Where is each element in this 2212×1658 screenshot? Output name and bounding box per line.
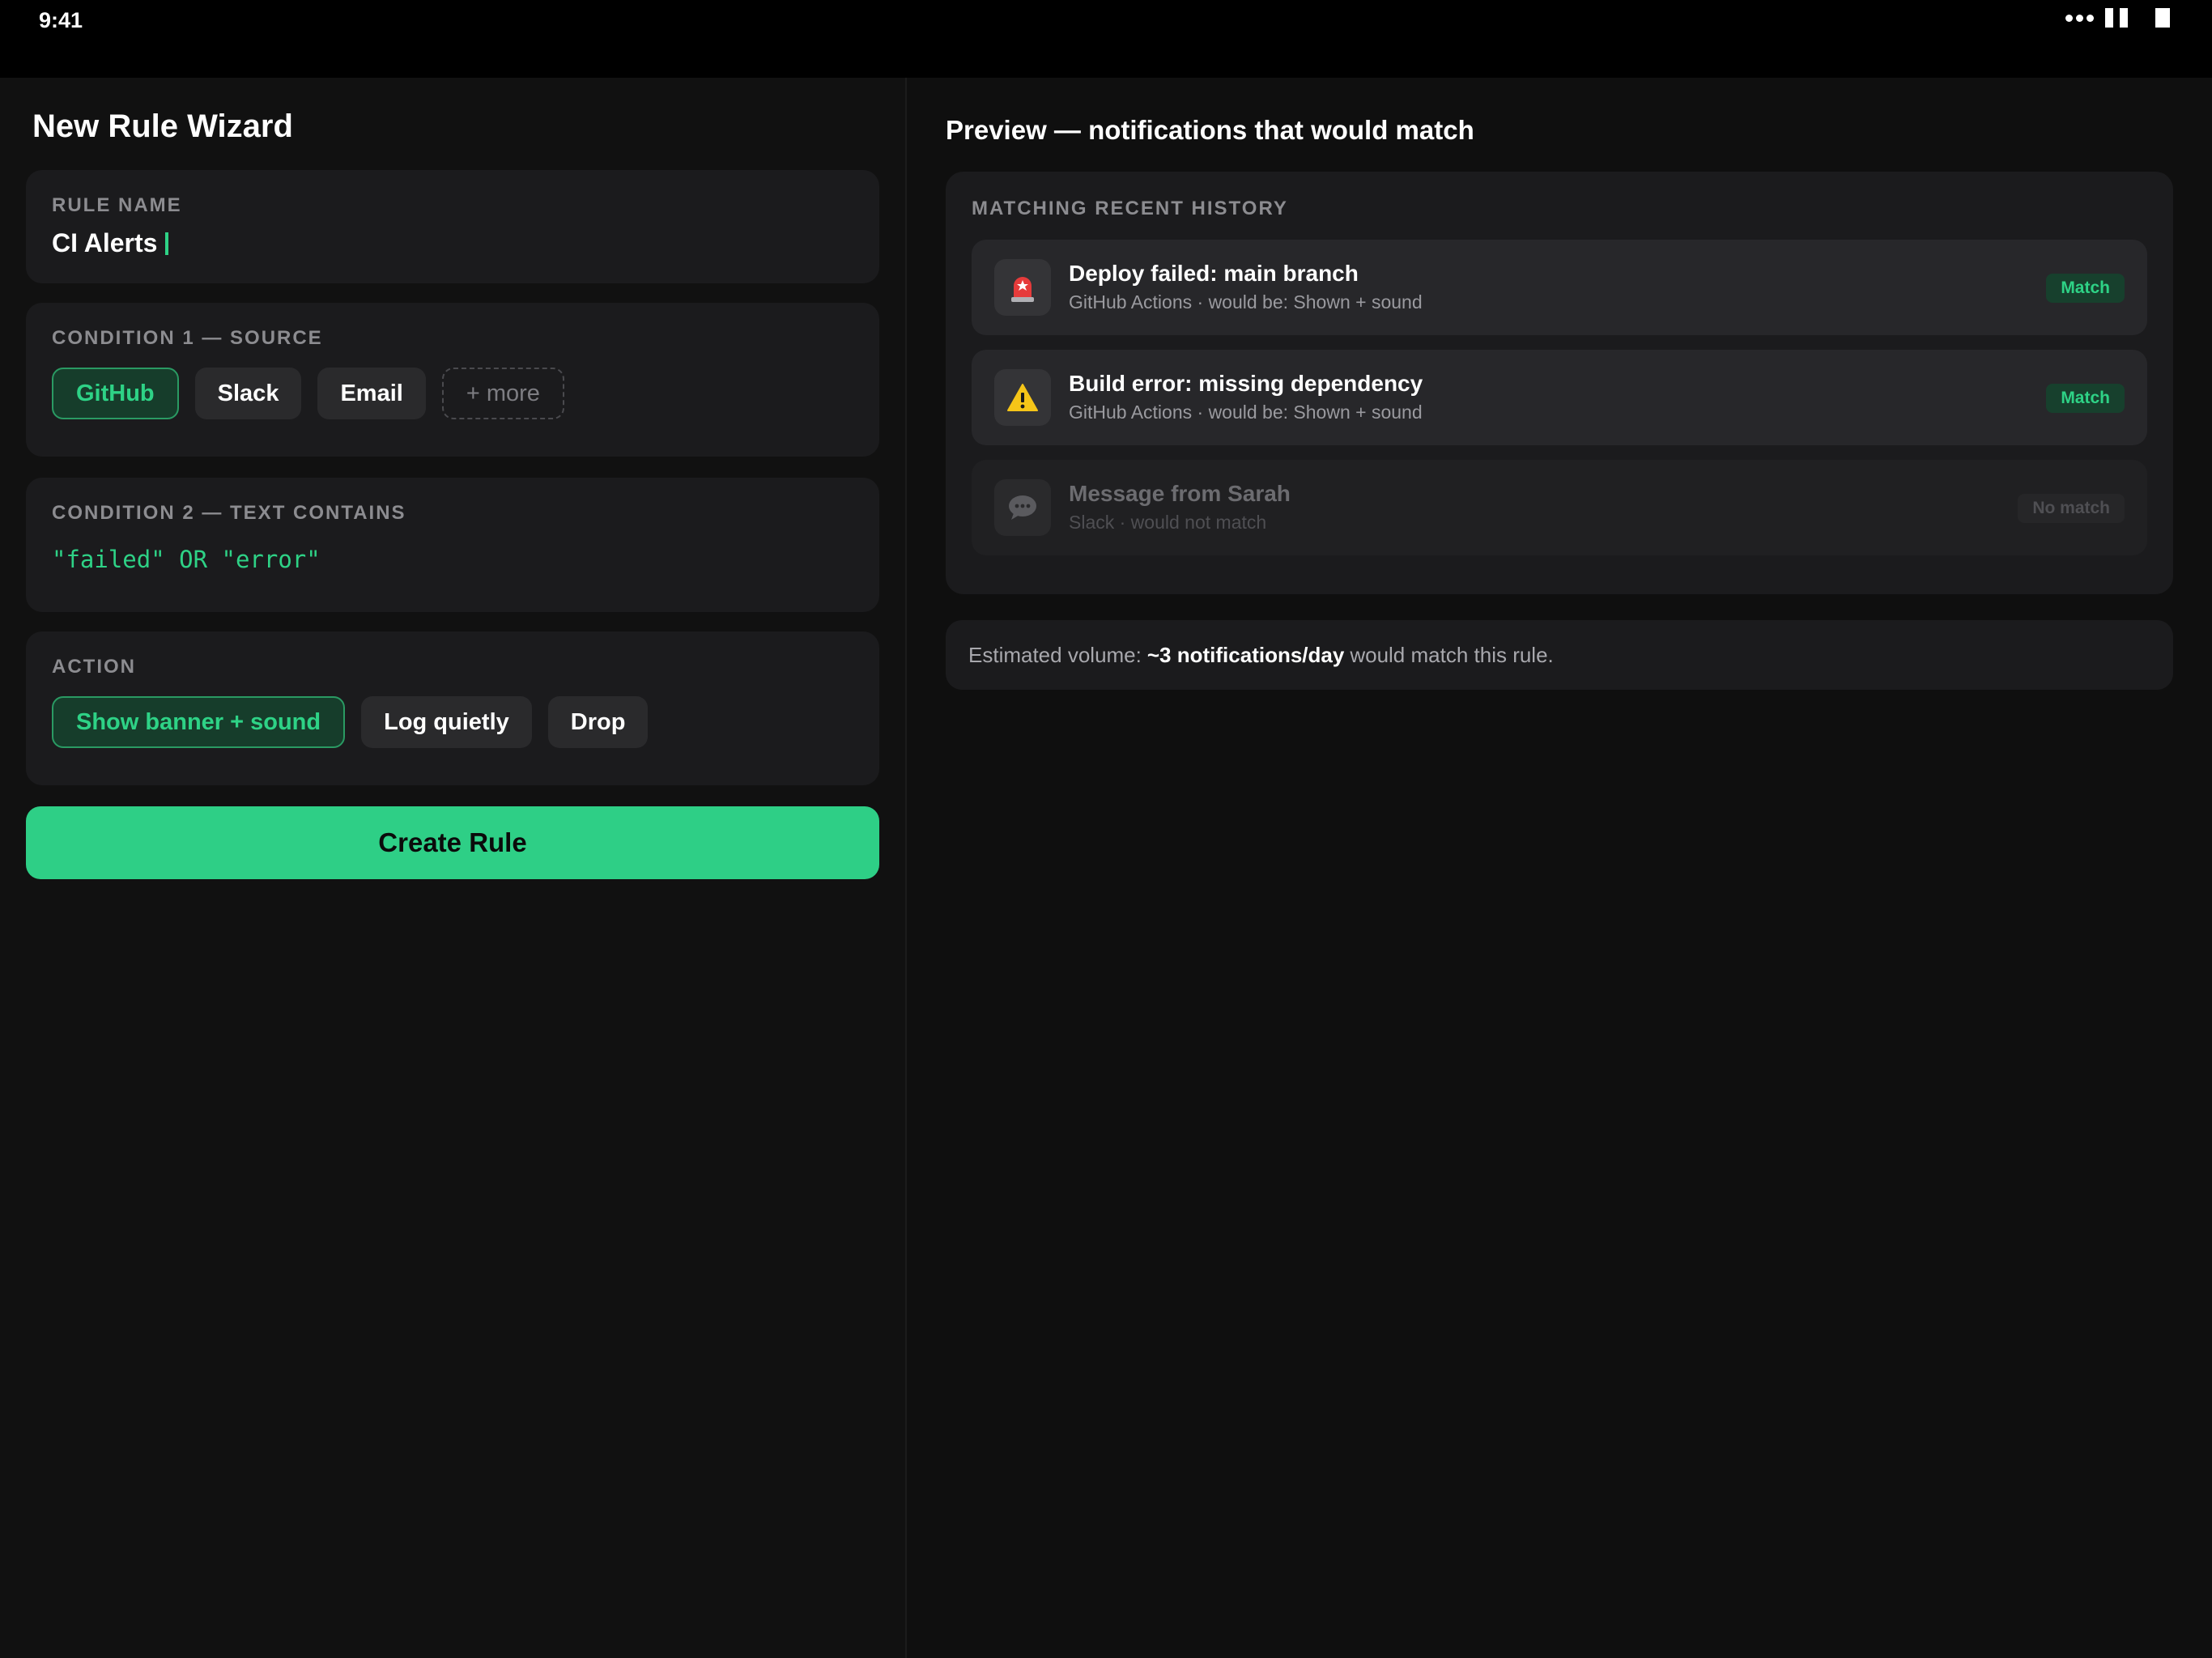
source-chips: GitHub Slack Email + more: [52, 368, 853, 419]
rule-name-value: CI Alerts: [52, 228, 158, 257]
battery-icon: [2155, 8, 2170, 28]
status-indicators: [2065, 8, 2170, 28]
action-card: ACTION Show banner + sound Log quietly D…: [26, 631, 879, 785]
match-badge: Match: [2046, 384, 2125, 413]
action-label: ACTION: [52, 656, 136, 678]
history-item-title: Deploy failed: main branch: [1069, 261, 1359, 286]
action-chip-drop[interactable]: Drop: [547, 696, 649, 748]
rule-name-label: RULE NAME: [52, 194, 182, 216]
match-badge: Match: [2046, 274, 2125, 303]
history-item-title: Build error: missing dependency: [1069, 371, 1423, 396]
condition-source-card: CONDITION 1 — SOURCE GitHub Slack Email …: [26, 303, 879, 457]
signal-icon: [2105, 8, 2128, 28]
history-label: MATCHING RECENT HISTORY: [972, 198, 1288, 219]
history-item-subtitle: Slack · would not match: [1069, 512, 1267, 533]
rule-name-input[interactable]: CI Alerts: [52, 228, 853, 258]
wizard-panel: New Rule Wizard RULE NAME CI Alerts COND…: [0, 78, 907, 1658]
warning-icon: [994, 369, 1051, 426]
history-item-title: Message from Sarah: [1069, 481, 1291, 506]
create-rule-button[interactable]: Create Rule: [26, 806, 879, 879]
rule-name-card[interactable]: RULE NAME CI Alerts: [26, 170, 879, 283]
history-item[interactable]: Message from Sarah Slack · would not mat…: [972, 460, 2147, 555]
action-chip-log-quietly[interactable]: Log quietly: [361, 696, 532, 748]
preview-title: Preview — notifications that would match: [946, 115, 1474, 145]
volume-value: ~3 notifications/day: [1146, 642, 1345, 667]
history-item-subtitle: GitHub Actions · would be: Shown + sound: [1069, 402, 1423, 423]
page-title: New Rule Wizard: [32, 108, 293, 144]
status-time: 9:41: [39, 8, 83, 32]
history-card: MATCHING RECENT HISTORY Deploy failed: m…: [946, 172, 2173, 594]
action-chip-banner-sound[interactable]: Show banner + sound: [52, 696, 346, 748]
history-item[interactable]: Deploy failed: main branch GitHub Action…: [972, 240, 2147, 335]
history-item-subtitle: GitHub Actions · would be: Shown + sound: [1069, 291, 1423, 312]
history-item[interactable]: Build error: missing dependency GitHub A…: [972, 350, 2147, 445]
volume-suffix: would match this rule.: [1350, 642, 1554, 667]
siren-icon: [994, 259, 1051, 316]
source-chip-github[interactable]: GitHub: [52, 368, 179, 419]
text-expression[interactable]: "failed" OR "error": [52, 546, 853, 573]
preview-panel: Preview — notifications that would match…: [907, 78, 2212, 1658]
condition-text-label: CONDITION 2 — TEXT CONTAINS: [52, 502, 406, 524]
volume-prefix: Estimated volume:: [968, 642, 1142, 667]
status-bar: 9:41: [0, 0, 2212, 78]
source-chip-more[interactable]: + more: [441, 368, 564, 419]
action-chips: Show banner + sound Log quietly Drop: [52, 696, 853, 748]
condition-source-label: CONDITION 1 — SOURCE: [52, 327, 323, 349]
source-chip-slack[interactable]: Slack: [194, 368, 302, 419]
more-dots-icon: [2065, 14, 2094, 22]
condition-text-card[interactable]: CONDITION 2 — TEXT CONTAINS "failed" OR …: [26, 478, 879, 612]
volume-estimate: Estimated volume: ~3 notifications/day w…: [946, 620, 2173, 690]
source-chip-email[interactable]: Email: [317, 368, 426, 419]
no-match-badge: No match: [2018, 494, 2125, 523]
text-caret: [165, 232, 169, 255]
chat-bubble-icon: [994, 479, 1051, 536]
